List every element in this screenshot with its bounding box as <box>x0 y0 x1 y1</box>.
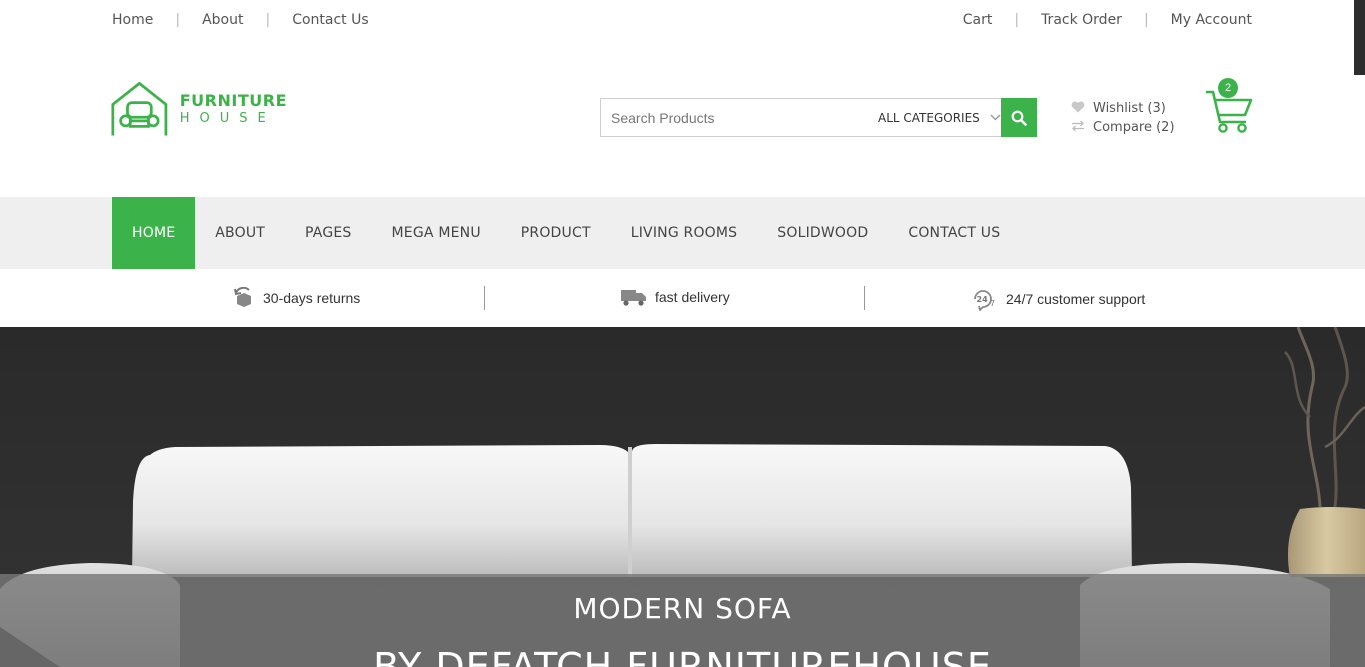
top-link-about[interactable]: About <box>202 12 243 28</box>
feature-delivery-label: fast delivery <box>655 289 730 305</box>
category-select[interactable]: ALL CATEGORIES <box>866 99 1001 136</box>
main-navigation: HOME ABOUT PAGES MEGA MENU PRODUCT LIVIN… <box>0 197 1365 269</box>
divider: | <box>1143 12 1149 28</box>
top-link-home[interactable]: Home <box>112 12 153 28</box>
cart-button[interactable]: 2 <box>1204 78 1254 135</box>
svg-text:7: 7 <box>990 299 995 308</box>
compare-label: Compare (2) <box>1093 120 1175 135</box>
search-input[interactable] <box>601 99 866 136</box>
nav-item-contact-us[interactable]: CONTACT US <box>888 197 1020 269</box>
support-24-7-icon: 24 7 <box>974 290 995 311</box>
top-link-contact-us[interactable]: Contact Us <box>292 12 368 28</box>
search-icon <box>1011 110 1027 126</box>
divider: | <box>1014 12 1020 28</box>
feature-support-label: 24/7 customer support <box>1006 291 1146 307</box>
category-select-label: ALL CATEGORIES <box>878 110 980 125</box>
nav-item-product[interactable]: PRODUCT <box>501 197 611 269</box>
top-right-links: Cart | Track Order | My Account <box>963 12 1252 28</box>
divider <box>484 286 485 310</box>
top-link-track-order[interactable]: Track Order <box>1041 12 1122 28</box>
hero-slider: MODERN SOFA BY DEFATCH FURNITUREHOUSE <box>0 327 1365 667</box>
features-strip: 30-days returns fast delivery 24 7 24/7 … <box>0 269 1365 327</box>
cart-count-badge: 2 <box>1218 78 1238 98</box>
hero-subtitle: BY DEFATCH FURNITUREHOUSE <box>373 645 992 667</box>
compare-arrows-icon <box>1071 120 1093 135</box>
house-sofa-logo-icon <box>111 81 168 136</box>
heart-icon <box>1071 101 1093 116</box>
logo-line-2: HOUSE <box>179 111 276 126</box>
wishlist-label: Wishlist (3) <box>1093 101 1166 116</box>
logo-wordmark: FURNITURE HOUSE <box>179 91 287 126</box>
top-link-my-account[interactable]: My Account <box>1171 12 1252 28</box>
divider: | <box>175 12 181 28</box>
divider <box>864 286 865 310</box>
top-left-links: Home | About | Contact Us <box>112 12 369 28</box>
site-logo[interactable]: FURNITURE HOUSE <box>111 77 287 141</box>
nav-item-mega-menu[interactable]: MEGA MENU <box>372 197 501 269</box>
feature-delivery: fast delivery <box>620 287 730 307</box>
feature-returns: 30-days returns <box>233 287 360 309</box>
delivery-truck-icon <box>621 290 646 306</box>
returns-icon <box>234 287 251 307</box>
feature-support: 24 7 24/7 customer support <box>971 287 1145 311</box>
top-utility-bar: Home | About | Contact Us Cart | Track O… <box>0 0 1365 42</box>
nav-item-solidwood[interactable]: SOLIDWOOD <box>757 197 888 269</box>
chevron-down-icon <box>990 111 1001 124</box>
wishlist-link[interactable]: Wishlist (3) <box>1071 99 1175 118</box>
feature-returns-label: 30-days returns <box>263 290 361 306</box>
nav-item-home[interactable]: HOME <box>112 197 196 269</box>
logo-line-1: FURNITURE <box>179 91 287 110</box>
hero-title: MODERN SOFA <box>573 592 792 625</box>
nav-item-about[interactable]: ABOUT <box>195 197 285 269</box>
compare-link[interactable]: Compare (2) <box>1071 118 1175 137</box>
wishlist-compare-group: Wishlist (3) Compare (2) <box>1071 99 1175 137</box>
search-button[interactable] <box>1001 98 1037 137</box>
nav-item-living-rooms[interactable]: LIVING ROOMS <box>611 197 758 269</box>
divider: | <box>265 12 271 28</box>
svg-text:24: 24 <box>977 295 989 304</box>
top-link-cart[interactable]: Cart <box>963 12 993 28</box>
scrollbar-thumb[interactable] <box>1354 0 1365 75</box>
nav-item-pages[interactable]: PAGES <box>285 197 371 269</box>
search-bar: ALL CATEGORIES <box>600 98 1037 137</box>
